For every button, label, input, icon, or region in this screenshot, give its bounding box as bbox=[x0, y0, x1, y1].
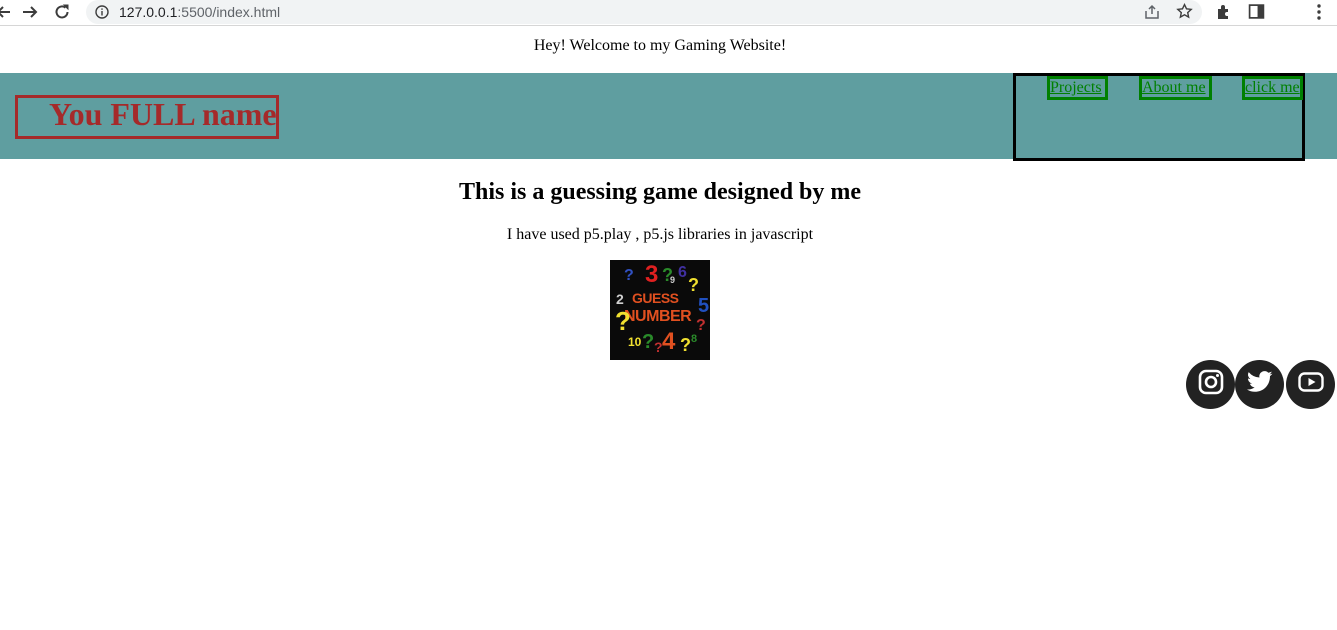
game-heading: This is a guessing game designed by me bbox=[458, 179, 862, 205]
share-icon[interactable] bbox=[1144, 4, 1160, 25]
star-icon[interactable] bbox=[1176, 2, 1193, 25]
image-decor: 8 bbox=[691, 333, 698, 345]
nav-link-about[interactable]: About me bbox=[1139, 76, 1212, 100]
url-text[interactable]: 127.0.0.1:5500/index.html bbox=[119, 4, 280, 20]
logo-text: You FULL name bbox=[49, 96, 277, 132]
reload-icon[interactable] bbox=[52, 2, 72, 22]
instagram-button[interactable] bbox=[1186, 360, 1235, 409]
side-panel-icon[interactable] bbox=[1248, 3, 1265, 25]
image-decor: ? bbox=[680, 335, 691, 355]
image-decor: 2 bbox=[616, 291, 624, 307]
instagram-icon bbox=[1198, 369, 1224, 400]
address-bar[interactable]: 127.0.0.1:5500/index.html bbox=[86, 0, 1202, 24]
image-decor: 3 bbox=[645, 261, 659, 288]
browser-toolbar: 127.0.0.1:5500/index.html bbox=[0, 0, 1337, 26]
youtube-button[interactable] bbox=[1286, 360, 1335, 409]
image-decor: 6 bbox=[678, 264, 687, 281]
game-description: I have used p5.play , p5.js libraries in… bbox=[506, 226, 814, 243]
image-decor: ? bbox=[696, 317, 706, 334]
image-title-2: NUMBER bbox=[624, 308, 692, 325]
nav-link-projects[interactable]: Projects bbox=[1047, 76, 1108, 100]
extensions-icon[interactable] bbox=[1215, 3, 1233, 26]
image-decor: ? bbox=[615, 306, 631, 336]
back-icon[interactable] bbox=[0, 2, 14, 22]
twitter-button[interactable] bbox=[1235, 360, 1284, 409]
forward-icon[interactable] bbox=[20, 2, 40, 22]
image-decor: ? bbox=[642, 331, 655, 353]
image-decor: 10 bbox=[628, 335, 642, 349]
image-decor: ? bbox=[688, 275, 699, 295]
twitter-icon bbox=[1246, 371, 1273, 398]
youtube-icon bbox=[1297, 372, 1324, 397]
info-icon[interactable] bbox=[95, 5, 109, 19]
nav-link-click-me[interactable]: click me bbox=[1242, 76, 1303, 100]
welcome-text: Hey! Welcome to my Gaming Website! bbox=[533, 37, 787, 54]
logo: You FULL name bbox=[15, 95, 279, 139]
image-decor: ? bbox=[654, 339, 663, 355]
image-decor: 9 bbox=[670, 275, 676, 285]
image-decor: 4 bbox=[662, 328, 676, 355]
guess-number-image: ? 3 ? 9 6 ? 2 5 GUESS NUMBER ? ? 10 ? 4 … bbox=[610, 260, 710, 360]
site-header: You FULL name Projects About me click me bbox=[0, 73, 1337, 161]
url-host: 127.0.0.1 bbox=[119, 4, 178, 20]
image-decor: ? bbox=[624, 267, 634, 284]
image-decor: 5 bbox=[698, 295, 710, 317]
image-title-1: GUESS bbox=[632, 290, 679, 306]
nav-bar: Projects About me click me bbox=[1013, 73, 1305, 161]
menu-icon[interactable] bbox=[1316, 3, 1322, 26]
url-path: :5500/index.html bbox=[177, 4, 281, 20]
